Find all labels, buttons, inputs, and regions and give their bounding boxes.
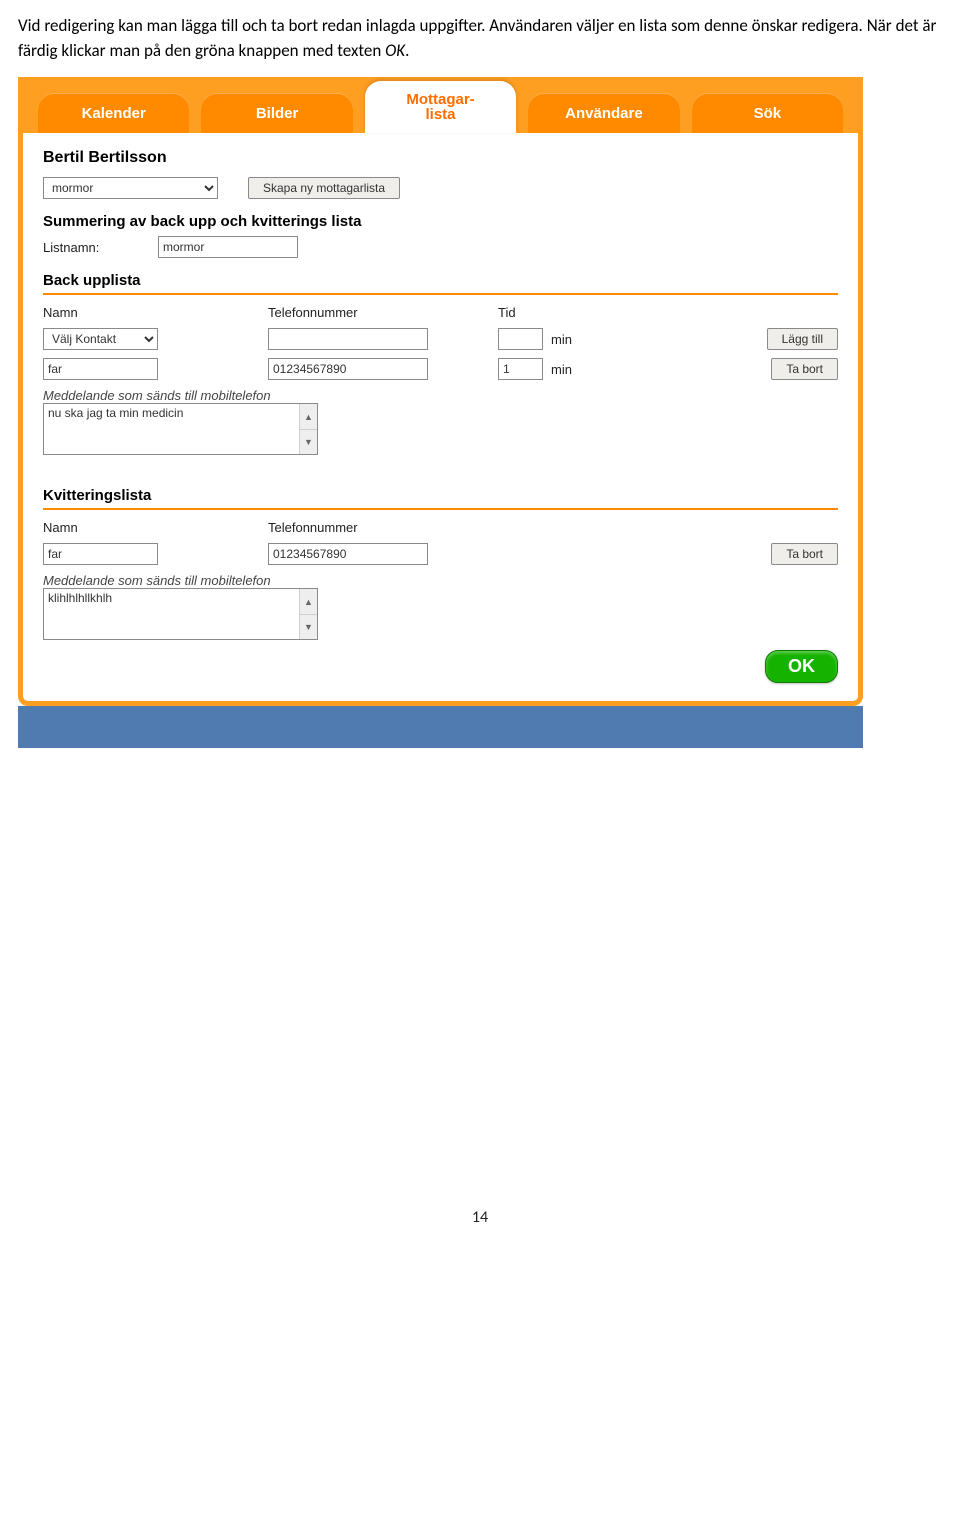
kvitt-msg-value: klihlhlhllkhlh — [44, 589, 299, 639]
ok-button[interactable]: OK — [765, 650, 838, 683]
scroll-up-icon[interactable]: ▲ — [300, 589, 317, 614]
listname-label: Listnamn: — [43, 240, 158, 255]
col-tid: Tid — [498, 305, 618, 320]
kvitt-tel-input-1[interactable] — [268, 543, 428, 565]
tid-input-new[interactable] — [498, 328, 543, 350]
backup-msg-label: Meddelande som sänds till mobiltelefon — [43, 388, 838, 403]
list-select[interactable]: mormor — [43, 177, 218, 199]
tab-anvandare[interactable]: Användare — [528, 93, 679, 133]
kvitt-msg-textarea[interactable]: klihlhlhllkhlh ▲ ▼ — [43, 588, 318, 640]
scroll-down-icon[interactable]: ▼ — [300, 430, 317, 455]
col-tel: Telefonnummer — [268, 305, 498, 320]
page-number: 14 — [0, 1208, 960, 1227]
tel-input-new[interactable] — [268, 328, 428, 350]
tab-mottagar-line1: Mottagar- — [406, 92, 474, 107]
remove-button[interactable]: Ta bort — [771, 358, 838, 380]
kvitt-title: Kvitteringslista — [43, 487, 838, 504]
intro-em: OK — [385, 40, 405, 61]
tab-bilder[interactable]: Bilder — [201, 93, 352, 133]
contact-select[interactable]: Välj Kontakt — [43, 328, 158, 350]
intro-pre: Vid redigering kan man lägga till och ta… — [18, 15, 936, 61]
tabs-bar: Kalender Bilder Mottagar- lista Användar… — [18, 77, 863, 133]
app-screenshot: Kalender Bilder Mottagar- lista Användar… — [18, 77, 863, 748]
kvitt-remove-button[interactable]: Ta bort — [771, 543, 838, 565]
tel-input-1[interactable] — [268, 358, 428, 380]
kvitt-msg-label: Meddelande som sänds till mobiltelefon — [43, 573, 838, 588]
tab-mottagar-line2: lista — [406, 107, 474, 122]
content-frame: Bertil Bertilsson mormor Skapa ny mottag… — [18, 133, 863, 706]
textarea-scrollbar[interactable]: ▲ ▼ — [299, 589, 317, 639]
tab-mottagarlista[interactable]: Mottagar- lista — [365, 81, 516, 133]
min-label: min — [551, 362, 572, 377]
backup-title: Back upplista — [43, 272, 838, 289]
scroll-up-icon[interactable]: ▲ — [300, 404, 317, 429]
user-name: Bertil Bertilsson — [43, 149, 838, 167]
textarea-scrollbar[interactable]: ▲ ▼ — [299, 404, 317, 454]
listname-input[interactable] — [158, 236, 298, 258]
scroll-down-icon[interactable]: ▼ — [300, 615, 317, 640]
kvitt-col-tel: Telefonnummer — [268, 520, 498, 535]
create-list-button[interactable]: Skapa ny mottagarlista — [248, 177, 400, 199]
tid-input-1[interactable] — [498, 358, 543, 380]
intro-post: . — [405, 40, 409, 61]
tab-sok[interactable]: Sök — [692, 93, 843, 133]
backup-msg-value: nu ska jag ta min medicin — [44, 404, 299, 454]
tab-kalender[interactable]: Kalender — [38, 93, 189, 133]
intro-text: Vid redigering kan man lägga till och ta… — [18, 14, 942, 63]
backup-msg-textarea[interactable]: nu ska jag ta min medicin ▲ ▼ — [43, 403, 318, 455]
summary-title: Summering av back upp och kvitterings li… — [43, 213, 838, 230]
add-button[interactable]: Lägg till — [767, 328, 838, 350]
blue-strip — [18, 706, 863, 748]
col-name: Namn — [43, 305, 268, 320]
name-input-1[interactable] — [43, 358, 158, 380]
min-label: min — [551, 332, 572, 347]
kvitt-col-name: Namn — [43, 520, 268, 535]
kvitt-name-input-1[interactable] — [43, 543, 158, 565]
